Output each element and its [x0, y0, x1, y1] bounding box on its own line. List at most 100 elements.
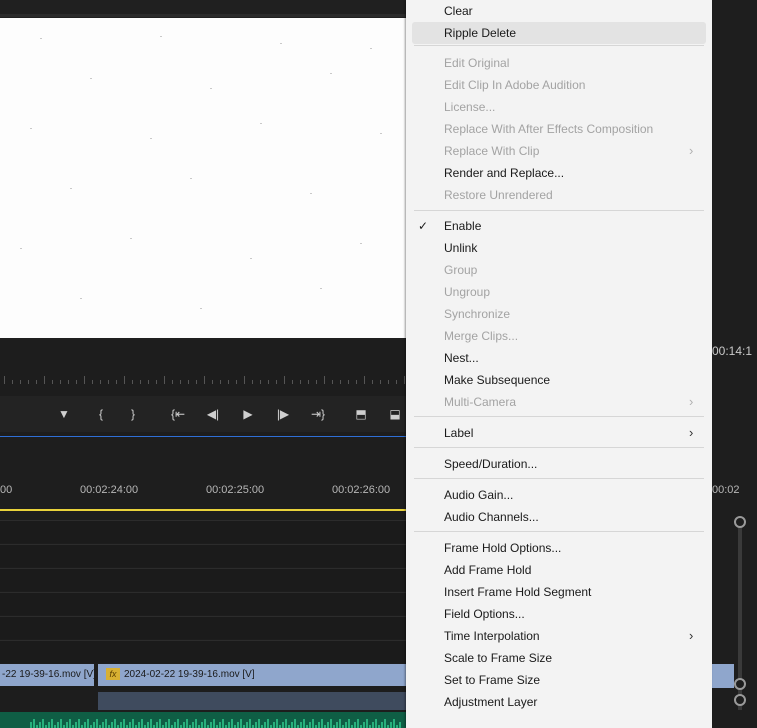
menu-item-label: Edit Original: [444, 56, 510, 70]
clip-label: -22 19-39-16.mov [V]: [2, 669, 94, 680]
menu-separator: [414, 531, 704, 532]
menu-item-label: Audio Gain...: [444, 488, 514, 502]
menu-item-nest[interactable]: Nest...: [406, 347, 712, 369]
timeline-ruler[interactable]: [0, 437, 406, 511]
scroll-handle-end[interactable]: [734, 694, 746, 706]
menu-item-label: Render and Replace...: [444, 166, 565, 180]
menu-item-render-and-replace[interactable]: Render and Replace...: [406, 162, 712, 184]
go-to-out-icon[interactable]: ⇥}: [308, 404, 328, 424]
menu-item-speed-duration[interactable]: Speed/Duration...: [406, 453, 712, 475]
timeline-track[interactable]: [0, 544, 406, 567]
timeline-track[interactable]: [0, 592, 406, 615]
video-frame-preview: [0, 18, 406, 338]
menu-item-ripple-delete[interactable]: Ripple Delete: [406, 22, 712, 44]
menu-item-label: Unlink: [444, 241, 478, 255]
menu-item-synchronize: Synchronize: [406, 303, 712, 325]
monitor-time-ruler[interactable]: [0, 360, 406, 386]
menu-item-field-options[interactable]: Field Options...: [406, 603, 712, 625]
audio-clip-waveform[interactable]: [0, 712, 406, 728]
menu-item-add-frame-hold[interactable]: Add Frame Hold: [406, 559, 712, 581]
menu-item-label: Ungroup: [444, 285, 491, 299]
scroll-handle-top[interactable]: [734, 516, 746, 528]
menu-item-group: Group: [406, 259, 712, 281]
menu-separator: [414, 45, 704, 46]
menu-item-license: License...: [406, 96, 712, 118]
video-clip[interactable]: -22 19-39-16.mov [V]: [0, 664, 94, 686]
menu-item-label: Synchronize: [444, 307, 511, 321]
menu-item-label: Multi-Camera: [444, 395, 517, 409]
menu-item-insert-frame-hold-segment[interactable]: Insert Frame Hold Segment: [406, 581, 712, 603]
monitor-top-border: [0, 14, 406, 17]
menu-item-label: Enable: [444, 219, 482, 233]
monitor-timecode: 00:14:1: [712, 344, 753, 358]
timecode-label: 00:02:24:00: [80, 484, 139, 496]
menu-item-time-interpolation[interactable]: Time Interpolation ›: [406, 625, 712, 647]
extract-icon[interactable]: ⬓: [384, 404, 406, 424]
menu-item-enable[interactable]: ✓ Enable: [406, 215, 712, 237]
menu-item-label: Scale to Frame Size: [444, 651, 553, 665]
menu-item-clear[interactable]: Clear: [406, 0, 712, 22]
timecode-label: 00:02: [712, 484, 740, 496]
menu-item-scale-to-frame-size[interactable]: Scale to Frame Size: [406, 647, 712, 669]
menu-item-label[interactable]: Label ›: [406, 422, 712, 444]
chevron-right-icon: ›: [689, 628, 694, 643]
menu-item-label: Audio Channels...: [444, 510, 539, 524]
menu-item-label: Replace With After Effects Composition: [444, 122, 654, 136]
timeline-track[interactable]: [0, 616, 406, 639]
timeline-track[interactable]: [0, 568, 406, 591]
menu-item-label: Speed/Duration...: [444, 457, 538, 471]
menu-item-unlink[interactable]: Unlink: [406, 237, 712, 259]
timecode-label: 00:02:26:00: [332, 484, 391, 496]
menu-item-label: Clear: [444, 4, 473, 18]
menu-item-label: Adjustment Layer: [444, 695, 538, 709]
timeline-track[interactable]: [0, 640, 406, 663]
transport-controls: ▼ { } {⇤ ◀| ▶ |▶ ⇥} ⬒ ⬓: [0, 396, 406, 432]
menu-item-label: Frame Hold Options...: [444, 541, 562, 555]
mark-in-icon[interactable]: {: [94, 404, 108, 424]
step-back-icon[interactable]: ◀|: [204, 404, 222, 424]
menu-item-label: Set to Frame Size: [444, 673, 541, 687]
go-to-in-icon[interactable]: {⇤: [168, 404, 188, 424]
timecode-label: 00: [0, 484, 13, 496]
menu-item-label: Field Options...: [444, 607, 525, 621]
menu-item-label: Edit Clip In Adobe Audition: [444, 78, 586, 92]
menu-separator: [414, 447, 704, 448]
menu-item-merge-clips: Merge Clips...: [406, 325, 712, 347]
video-clip-lower[interactable]: [98, 692, 406, 710]
menu-item-label: Make Subsequence: [444, 373, 551, 387]
step-forward-icon[interactable]: |▶: [274, 404, 292, 424]
lift-icon[interactable]: ⬒: [350, 404, 372, 424]
menu-item-label: Ripple Delete: [444, 26, 517, 40]
menu-item-label: Label: [444, 426, 474, 440]
timecode-label: 00:02:25:00: [206, 484, 265, 496]
menu-separator: [414, 416, 704, 417]
right-panel-strip: [712, 0, 757, 728]
menu-item-audio-channels[interactable]: Audio Channels...: [406, 506, 712, 528]
video-clip-selected[interactable]: fx 2024-02-22 19-39-16.mov [V]: [98, 664, 406, 686]
video-clip[interactable]: [712, 664, 734, 688]
play-icon[interactable]: ▶: [240, 404, 256, 424]
menu-item-label: Restore Unrendered: [444, 188, 553, 202]
menu-item-label: Add Frame Hold: [444, 563, 532, 577]
menu-separator: [414, 478, 704, 479]
menu-item-set-to-frame-size[interactable]: Set to Frame Size: [406, 669, 712, 691]
chevron-right-icon: ›: [689, 394, 694, 409]
menu-separator: [414, 210, 704, 211]
marker-icon[interactable]: ▼: [56, 404, 72, 424]
menu-item-label: Time Interpolation: [444, 629, 540, 643]
scroll-handle-bottom[interactable]: [734, 678, 746, 690]
menu-item-frame-hold-options[interactable]: Frame Hold Options...: [406, 537, 712, 559]
timeline-track[interactable]: [0, 520, 406, 543]
menu-item-multi-camera: Multi-Camera ›: [406, 391, 712, 413]
menu-item-audio-gain[interactable]: Audio Gain...: [406, 484, 712, 506]
menu-item-adjustment-layer[interactable]: Adjustment Layer: [406, 691, 712, 713]
menu-item-replace-with-clip: Replace With Clip ›: [406, 140, 712, 162]
menu-item-replace-with-after-effects-composition: Replace With After Effects Composition: [406, 118, 712, 140]
mark-out-icon[interactable]: }: [126, 404, 140, 424]
menu-item-label: Merge Clips...: [444, 329, 519, 343]
chevron-right-icon: ›: [689, 143, 694, 158]
menu-item-make-subsequence[interactable]: Make Subsequence: [406, 369, 712, 391]
chevron-right-icon: ›: [689, 425, 694, 440]
clip-label: 2024-02-22 19-39-16.mov [V]: [124, 669, 255, 680]
menu-item-label: License...: [444, 100, 496, 114]
